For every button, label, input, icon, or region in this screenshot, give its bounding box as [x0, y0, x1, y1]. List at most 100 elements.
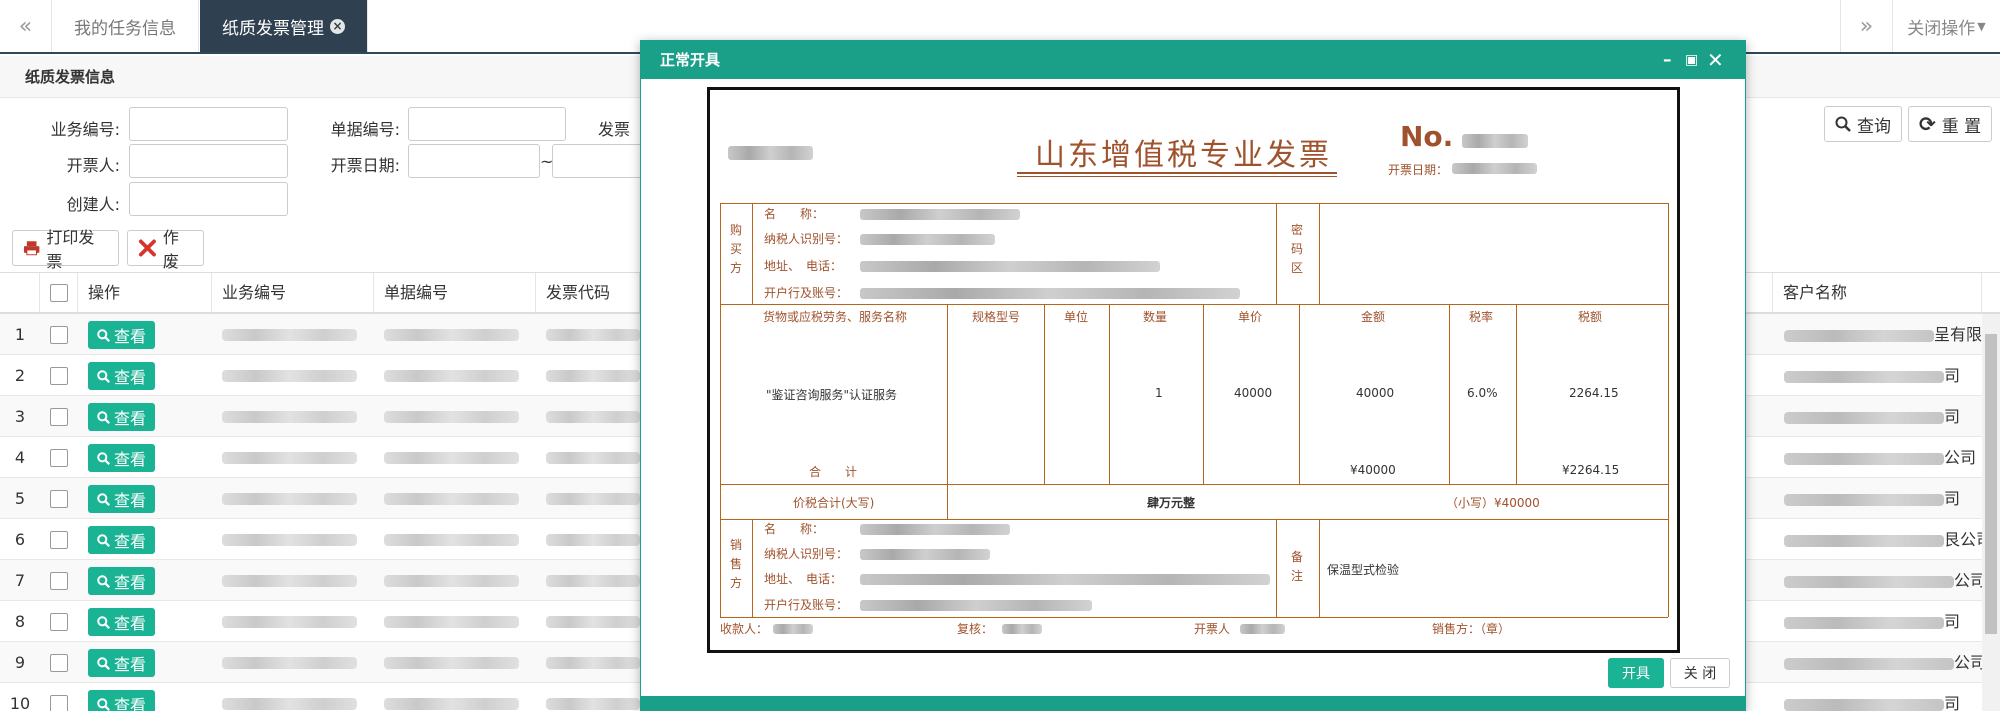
row-checkbox[interactable] [50, 572, 68, 590]
view-button[interactable]: 查看 [88, 649, 155, 677]
redacted-biz-no [222, 698, 357, 710]
grid-line [1044, 304, 1045, 484]
view-button[interactable]: 查看 [88, 403, 155, 431]
tab-my-tasks[interactable]: 我的任务信息 [52, 0, 199, 52]
customer-name-tail: 司 [1944, 407, 1961, 426]
redacted-doc-no [384, 575, 519, 587]
redacted-seller-tax-id [860, 549, 990, 560]
item-rate: 6.0% [1467, 386, 1498, 400]
doc-no-input[interactable] [408, 107, 566, 141]
maximize-icon[interactable]: ▣ [1685, 41, 1698, 79]
biz-no-input[interactable] [129, 107, 288, 141]
dialog-close-button[interactable]: 关 闭 [1670, 658, 1730, 688]
issue-date-label: 开票日期: [330, 156, 400, 175]
row-checkbox[interactable] [50, 449, 68, 467]
grid-line [1203, 304, 1204, 484]
view-button[interactable]: 查看 [88, 362, 155, 390]
row-checkbox[interactable] [50, 367, 68, 385]
redacted-invoice-code [546, 493, 640, 505]
view-button[interactable]: 查看 [88, 485, 155, 513]
scrollbar-thumb[interactable] [1985, 334, 1997, 634]
redacted-biz-no [222, 616, 357, 628]
close-icon[interactable]: ✕ [1707, 41, 1724, 79]
th-doc-no[interactable]: 单据编号 [374, 273, 536, 313]
select-all-checkbox[interactable] [50, 284, 68, 302]
search-icon [97, 410, 110, 424]
tab-scroll-left-button[interactable]: « [0, 0, 52, 52]
print-invoice-button[interactable]: 打印发票 [12, 228, 119, 271]
table-scrollbar[interactable] [1982, 314, 2000, 711]
row-checkbox[interactable] [50, 408, 68, 426]
view-button[interactable]: 查看 [88, 444, 155, 472]
customer-name: 公司 [1784, 642, 1986, 683]
close-operations-dropdown[interactable]: 关闭操作 ▼ [1892, 0, 2000, 52]
issuer-input[interactable] [129, 144, 288, 178]
seller-address-label: 地址、 电话： [764, 572, 843, 586]
row-checkbox[interactable] [50, 531, 68, 549]
buyer-tax-id-label: 纳税人识别号： [764, 232, 849, 246]
redacted-invoice-code [546, 698, 640, 710]
redacted-doc-no [384, 616, 519, 628]
void-button[interactable]: 作废 [127, 228, 204, 271]
item-qty: 1 [1155, 386, 1163, 400]
view-button-label: 查看 [113, 327, 146, 346]
redacted-biz-no [222, 493, 357, 505]
redacted-seller-address [860, 574, 1270, 585]
print-invoice-label: 打印发票 [46, 228, 95, 271]
view-button[interactable]: 查看 [88, 526, 155, 554]
reset-button[interactable]: ⟳ 重 置 [1908, 106, 1993, 142]
search-button[interactable]: 查询 [1824, 106, 1902, 142]
creator-input[interactable] [129, 182, 288, 216]
row-checkbox[interactable] [50, 654, 68, 672]
grid-line [1668, 203, 1669, 617]
tab-paper-invoice[interactable]: 纸质发票管理 × [200, 0, 368, 52]
redacted-biz-no [222, 370, 357, 382]
issue-date-end-input[interactable] [552, 144, 642, 178]
redacted-biz-no [222, 329, 357, 341]
grid-line [1319, 519, 1320, 617]
redacted-invoice-code [546, 411, 640, 423]
invoice-title: 山东增值税专业发票 [1035, 138, 1332, 173]
row-index: 7 [14, 571, 26, 590]
seller-name-label: 名 称： [764, 522, 825, 536]
redacted-doc-no [384, 329, 519, 341]
view-button[interactable]: 查看 [88, 321, 155, 349]
redacted-customer [1784, 493, 1944, 506]
item-name: "鉴证咨询服务"认证服务 [766, 388, 898, 402]
view-button[interactable]: 查看 [88, 567, 155, 595]
row-checkbox[interactable] [50, 695, 68, 711]
tab-label: 我的任务信息 [74, 18, 176, 39]
redacted-customer [1784, 370, 1944, 383]
reset-button-label: 重 置 [1941, 116, 1982, 137]
view-button[interactable]: 查看 [88, 608, 155, 636]
item-amount: 40000 [1356, 386, 1395, 400]
row-checkbox[interactable] [50, 613, 68, 631]
minimize-icon[interactable]: – [1663, 41, 1672, 79]
redacted-doc-no [384, 370, 519, 382]
th-invoice-code[interactable]: 发票代码 [536, 273, 640, 313]
th-biz-no[interactable]: 业务编号 [212, 273, 374, 313]
customer-name: 公司 [1784, 437, 1976, 478]
customer-name-tail: 司 [1944, 612, 1961, 631]
th-customer[interactable]: 客户名称 [1772, 273, 1982, 313]
row-checkbox[interactable] [50, 326, 68, 344]
view-button[interactable]: 查看 [88, 690, 155, 711]
redacted-buyer-address [860, 261, 1160, 272]
redacted-customer [1784, 411, 1944, 424]
issue-button[interactable]: 开具 [1608, 658, 1664, 688]
grid-line [1109, 304, 1110, 484]
th-select-all[interactable] [40, 273, 78, 313]
redacted-buyer-name [860, 209, 1020, 220]
row-index: 4 [14, 448, 26, 467]
grid-line [720, 519, 1668, 520]
buyer-name-label: 名 称： [764, 207, 825, 221]
col-spec: 规格型号 [972, 310, 1021, 324]
issue-date-start-input[interactable] [408, 144, 540, 178]
grid-line [752, 519, 753, 617]
search-icon [1835, 116, 1851, 132]
printer-icon [23, 241, 40, 256]
grid-line [1299, 304, 1300, 484]
tab-scroll-right-button[interactable]: » [1840, 0, 1892, 52]
row-checkbox[interactable] [50, 490, 68, 508]
tab-close-icon[interactable]: × [330, 18, 345, 34]
